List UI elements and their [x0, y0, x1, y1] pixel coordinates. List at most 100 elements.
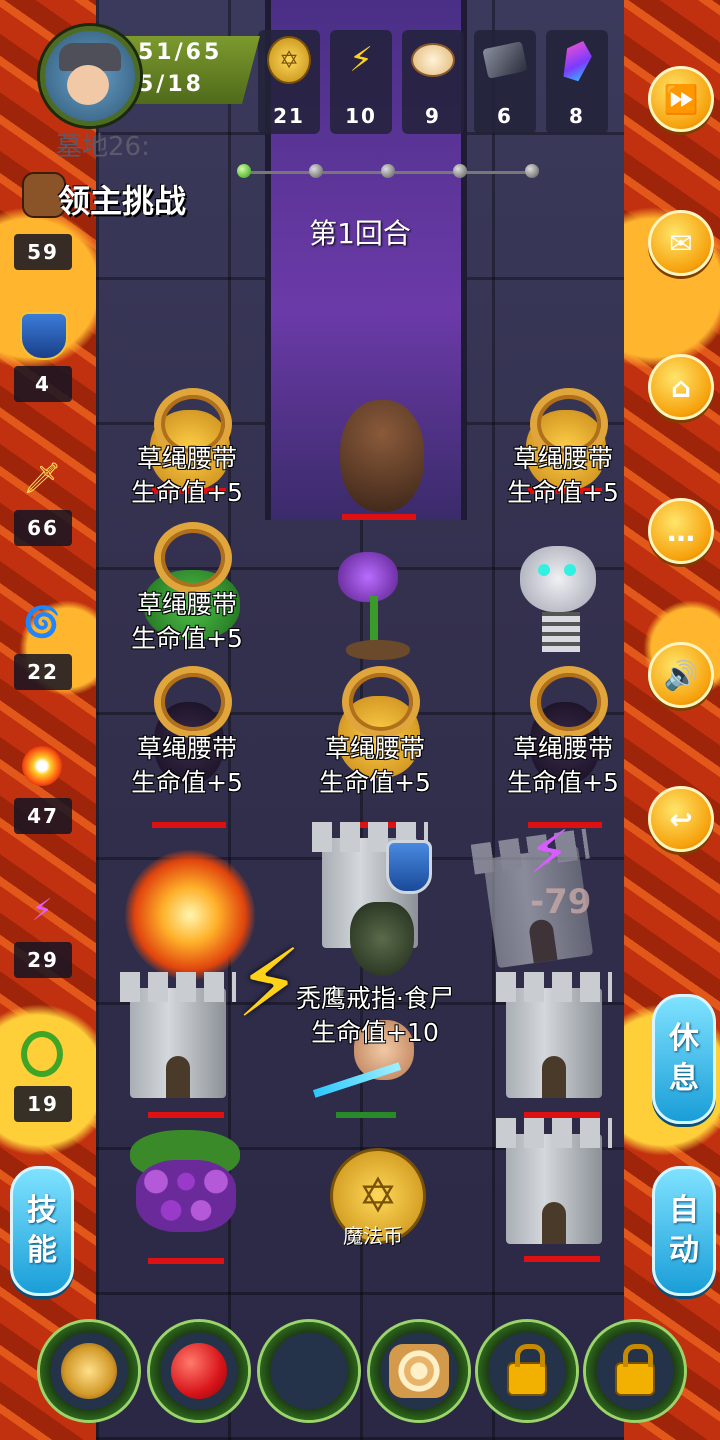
- water-swirl-icon: 🌀: [23, 604, 61, 640]
- hp-text: 51/65: [138, 40, 223, 65]
- board-tile-grapes[interactable]: [130, 1130, 240, 1264]
- bread-icon: [389, 1344, 449, 1398]
- board-tile-plant[interactable]: [330, 552, 426, 660]
- green-ring-icon: [20, 1031, 64, 1077]
- resource-crystal: 8: [546, 30, 608, 134]
- plant-pot: [346, 640, 410, 660]
- vulture-ring-icon: [350, 902, 414, 976]
- ore-count: 6: [497, 104, 513, 128]
- item-bonus: 生命值+5: [131, 478, 243, 507]
- ring-caption: 秃鹰戒指·食尸 生命值+10: [270, 982, 480, 1050]
- boss-minotaur-sprite: [340, 400, 424, 512]
- apple-icon: [171, 1343, 227, 1399]
- resource-gold: ✡ 21: [258, 30, 320, 134]
- skill-label: 技能: [27, 1192, 57, 1269]
- gold-coin-icon: ✡: [267, 36, 311, 84]
- mail-button[interactable]: ✉: [648, 210, 714, 276]
- fast-forward-icon: ⏩: [663, 82, 699, 116]
- board-tile-boss[interactable]: [330, 400, 426, 520]
- hp-bar: [152, 822, 226, 828]
- hp-bar: [524, 1256, 600, 1262]
- belt-caption: 草绳腰带 生命值+5: [102, 442, 272, 510]
- stone-tower[interactable]: [120, 972, 236, 1098]
- board-tile-skeleton[interactable]: [516, 546, 612, 652]
- exp-text: 5/18: [138, 72, 204, 97]
- rest-button[interactable]: 休息: [652, 994, 716, 1124]
- stat-lightning: ⚡ 29: [14, 884, 72, 978]
- stat-attack: 59: [14, 176, 72, 270]
- auto-label: 自动: [669, 1192, 699, 1269]
- belt-caption: 草绳腰带 生命值+5: [478, 732, 648, 800]
- item-bonus: 生命值+5: [319, 768, 431, 797]
- skeleton-eye: [538, 564, 550, 576]
- attack-value: 59: [14, 234, 72, 270]
- hero-avatar[interactable]: [40, 26, 140, 126]
- hero-sword-icon: [312, 1062, 402, 1098]
- rest-label: 休息: [669, 1020, 699, 1097]
- slot-bread[interactable]: [370, 1322, 468, 1420]
- carnivorous-plant-sprite: [338, 552, 398, 602]
- item-name: 草绳腰带: [512, 734, 613, 763]
- chat-icon: …: [667, 514, 695, 548]
- item-bonus: 生命值+5: [131, 624, 243, 653]
- round-progress-dot: [381, 164, 395, 178]
- crystal-count: 8: [569, 104, 585, 128]
- slot-winged-staff[interactable]: [40, 1322, 138, 1420]
- food-count: 9: [425, 104, 441, 128]
- slot-locked[interactable]: [586, 1322, 684, 1420]
- stat-flame-sword: 🗡 66: [14, 452, 72, 546]
- rope-belt-icon: [154, 522, 232, 594]
- speaker-icon: 🔊: [663, 658, 699, 692]
- rope-belt-icon: [154, 666, 232, 738]
- stat-poison: 19: [14, 1028, 72, 1122]
- stat-fire: 47: [14, 740, 72, 834]
- shield-icon: [20, 312, 68, 360]
- defense-value: 4: [14, 366, 72, 402]
- home-button[interactable]: ⌂: [648, 354, 714, 420]
- fast-forward-button[interactable]: ⏩: [648, 66, 714, 132]
- lightning-icon: ⚡: [349, 40, 373, 80]
- hp-bar: [342, 514, 416, 520]
- resource-energy: ⚡ 10: [330, 30, 392, 134]
- round-label: 第1回合: [309, 217, 411, 250]
- lightning-purple-icon: ⚡: [31, 892, 53, 928]
- poison-value: 19: [14, 1086, 72, 1122]
- item-name: 草绳腰带: [136, 590, 237, 619]
- auto-button[interactable]: 自动: [652, 1166, 716, 1296]
- lock-icon: [615, 1344, 655, 1396]
- item-bonus: 生命值+5: [507, 478, 619, 507]
- water-value: 22: [14, 654, 72, 690]
- hero-face-icon: [67, 65, 109, 105]
- grapes-icon: [136, 1160, 236, 1232]
- rope-belt-icon: [342, 666, 420, 738]
- flame-sword-value: 66: [14, 510, 72, 546]
- chat-button[interactable]: …: [648, 498, 714, 564]
- belt-caption: 草绳腰带 生命值+5: [290, 732, 460, 800]
- damage-number: -79: [530, 882, 592, 922]
- resource-ore: 6: [474, 30, 536, 134]
- item-name: 草绳腰带: [136, 444, 237, 473]
- lightning-purple-icon: ⚡: [528, 818, 571, 888]
- stone-tower[interactable]: [496, 972, 612, 1098]
- round-progress-dot: [309, 164, 323, 178]
- flame-sword-icon: 🗡: [22, 460, 62, 496]
- slot-locked[interactable]: [478, 1322, 576, 1420]
- sound-button[interactable]: 🔊: [648, 642, 714, 708]
- slot-apple[interactable]: [150, 1322, 248, 1420]
- hp-bar: [148, 1258, 224, 1264]
- stone-tower[interactable]: [496, 1118, 612, 1244]
- round-progress-dot: [453, 164, 467, 178]
- item-bonus: 生命值+5: [507, 768, 619, 797]
- dumpling-icon: [411, 38, 455, 82]
- ore-icon: [482, 38, 528, 82]
- item-name: 秃鹰戒指·食尸: [296, 984, 454, 1013]
- boss-challenge-title[interactable]: 领主挑战: [58, 176, 186, 222]
- gold-count: 21: [273, 104, 305, 128]
- slot-empty[interactable]: [260, 1322, 358, 1420]
- mail-icon: ✉: [669, 226, 693, 260]
- undo-button[interactable]: ↩: [648, 786, 714, 852]
- home-icon: ⌂: [670, 370, 692, 404]
- skeleton-sprite: [520, 546, 596, 612]
- belt-caption: 草绳腰带 生命值+5: [102, 588, 272, 656]
- skill-button[interactable]: 技能: [10, 1166, 74, 1296]
